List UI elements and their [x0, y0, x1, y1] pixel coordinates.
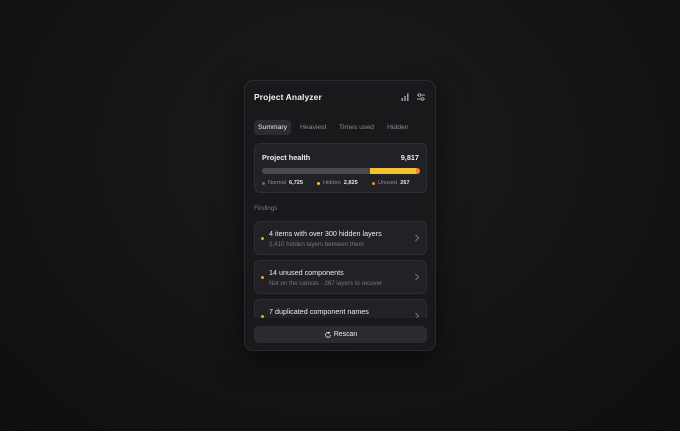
health-label: Project health	[262, 153, 311, 162]
bar-chart-icon[interactable]	[400, 92, 410, 102]
tab-times-used[interactable]: Times used	[335, 120, 378, 135]
tab-hidden[interactable]: Hidden	[383, 120, 413, 135]
legend-hidden: Hidden 2,825	[317, 180, 358, 186]
finding-title: 4 items with over 300 hidden layers	[269, 229, 382, 238]
legend-unused-dot	[372, 181, 375, 185]
health-bar-segment-hidden	[370, 168, 416, 174]
warning-dot-icon	[261, 276, 264, 279]
legend-unused-label: Unused	[378, 180, 398, 186]
warning-dot-icon	[261, 237, 264, 240]
tab-heaviest[interactable]: Heaviest	[296, 120, 330, 135]
legend-unused-value: 267	[400, 180, 410, 186]
legend-normal-value: 6,725	[289, 180, 304, 186]
chevron-right-icon	[414, 273, 420, 281]
finding-title: 14 unused components	[269, 268, 344, 277]
health-bar-segment-normal	[262, 168, 371, 174]
findings-heading: Findings	[254, 205, 278, 212]
project-analyzer-panel: Project Analyzer Summary Heaviest Times …	[244, 80, 436, 351]
finding-item[interactable]: 14 unused components Not on the canvas ·…	[254, 260, 427, 294]
finding-item[interactable]: 7 duplicated component names	[254, 299, 427, 318]
rescan-button[interactable]: Rescan	[254, 326, 427, 343]
legend-normal-label: Normal	[268, 180, 287, 186]
legend-hidden-value: 2,825	[343, 180, 358, 186]
legend-hidden-label: Hidden	[323, 180, 341, 186]
finding-subtitle: Not on the canvas · 267 layers to recove…	[269, 280, 383, 287]
chevron-right-icon	[414, 234, 420, 242]
warning-dot-icon	[261, 315, 264, 318]
panel-title: Project Analyzer	[254, 92, 322, 102]
sliders-icon[interactable]	[416, 92, 426, 102]
finding-title: 7 duplicated component names	[269, 307, 369, 316]
health-bar	[262, 168, 420, 174]
legend-normal-dot	[262, 181, 265, 185]
legend-unused: Unused 267	[372, 180, 410, 186]
legend-normal: Normal 6,725	[262, 180, 303, 186]
rescan-label: Rescan	[333, 331, 358, 338]
refresh-icon	[325, 331, 331, 338]
legend-hidden-dot	[317, 181, 320, 185]
health-bar-segment-unused	[415, 168, 420, 174]
finding-item[interactable]: 4 items with over 300 hidden layers 2,41…	[254, 221, 427, 255]
project-health-card: Project health 9,817 Normal 6,725 Hidden…	[254, 143, 427, 193]
chevron-right-icon	[414, 312, 420, 318]
findings-list: 4 items with over 300 hidden layers 2,41…	[254, 221, 427, 318]
panel-header: Project Analyzer	[245, 81, 435, 115]
health-total: 9,817	[400, 153, 419, 162]
tab-summary[interactable]: Summary	[254, 120, 292, 135]
finding-subtitle: 2,410 hidden layers between them	[269, 241, 364, 248]
